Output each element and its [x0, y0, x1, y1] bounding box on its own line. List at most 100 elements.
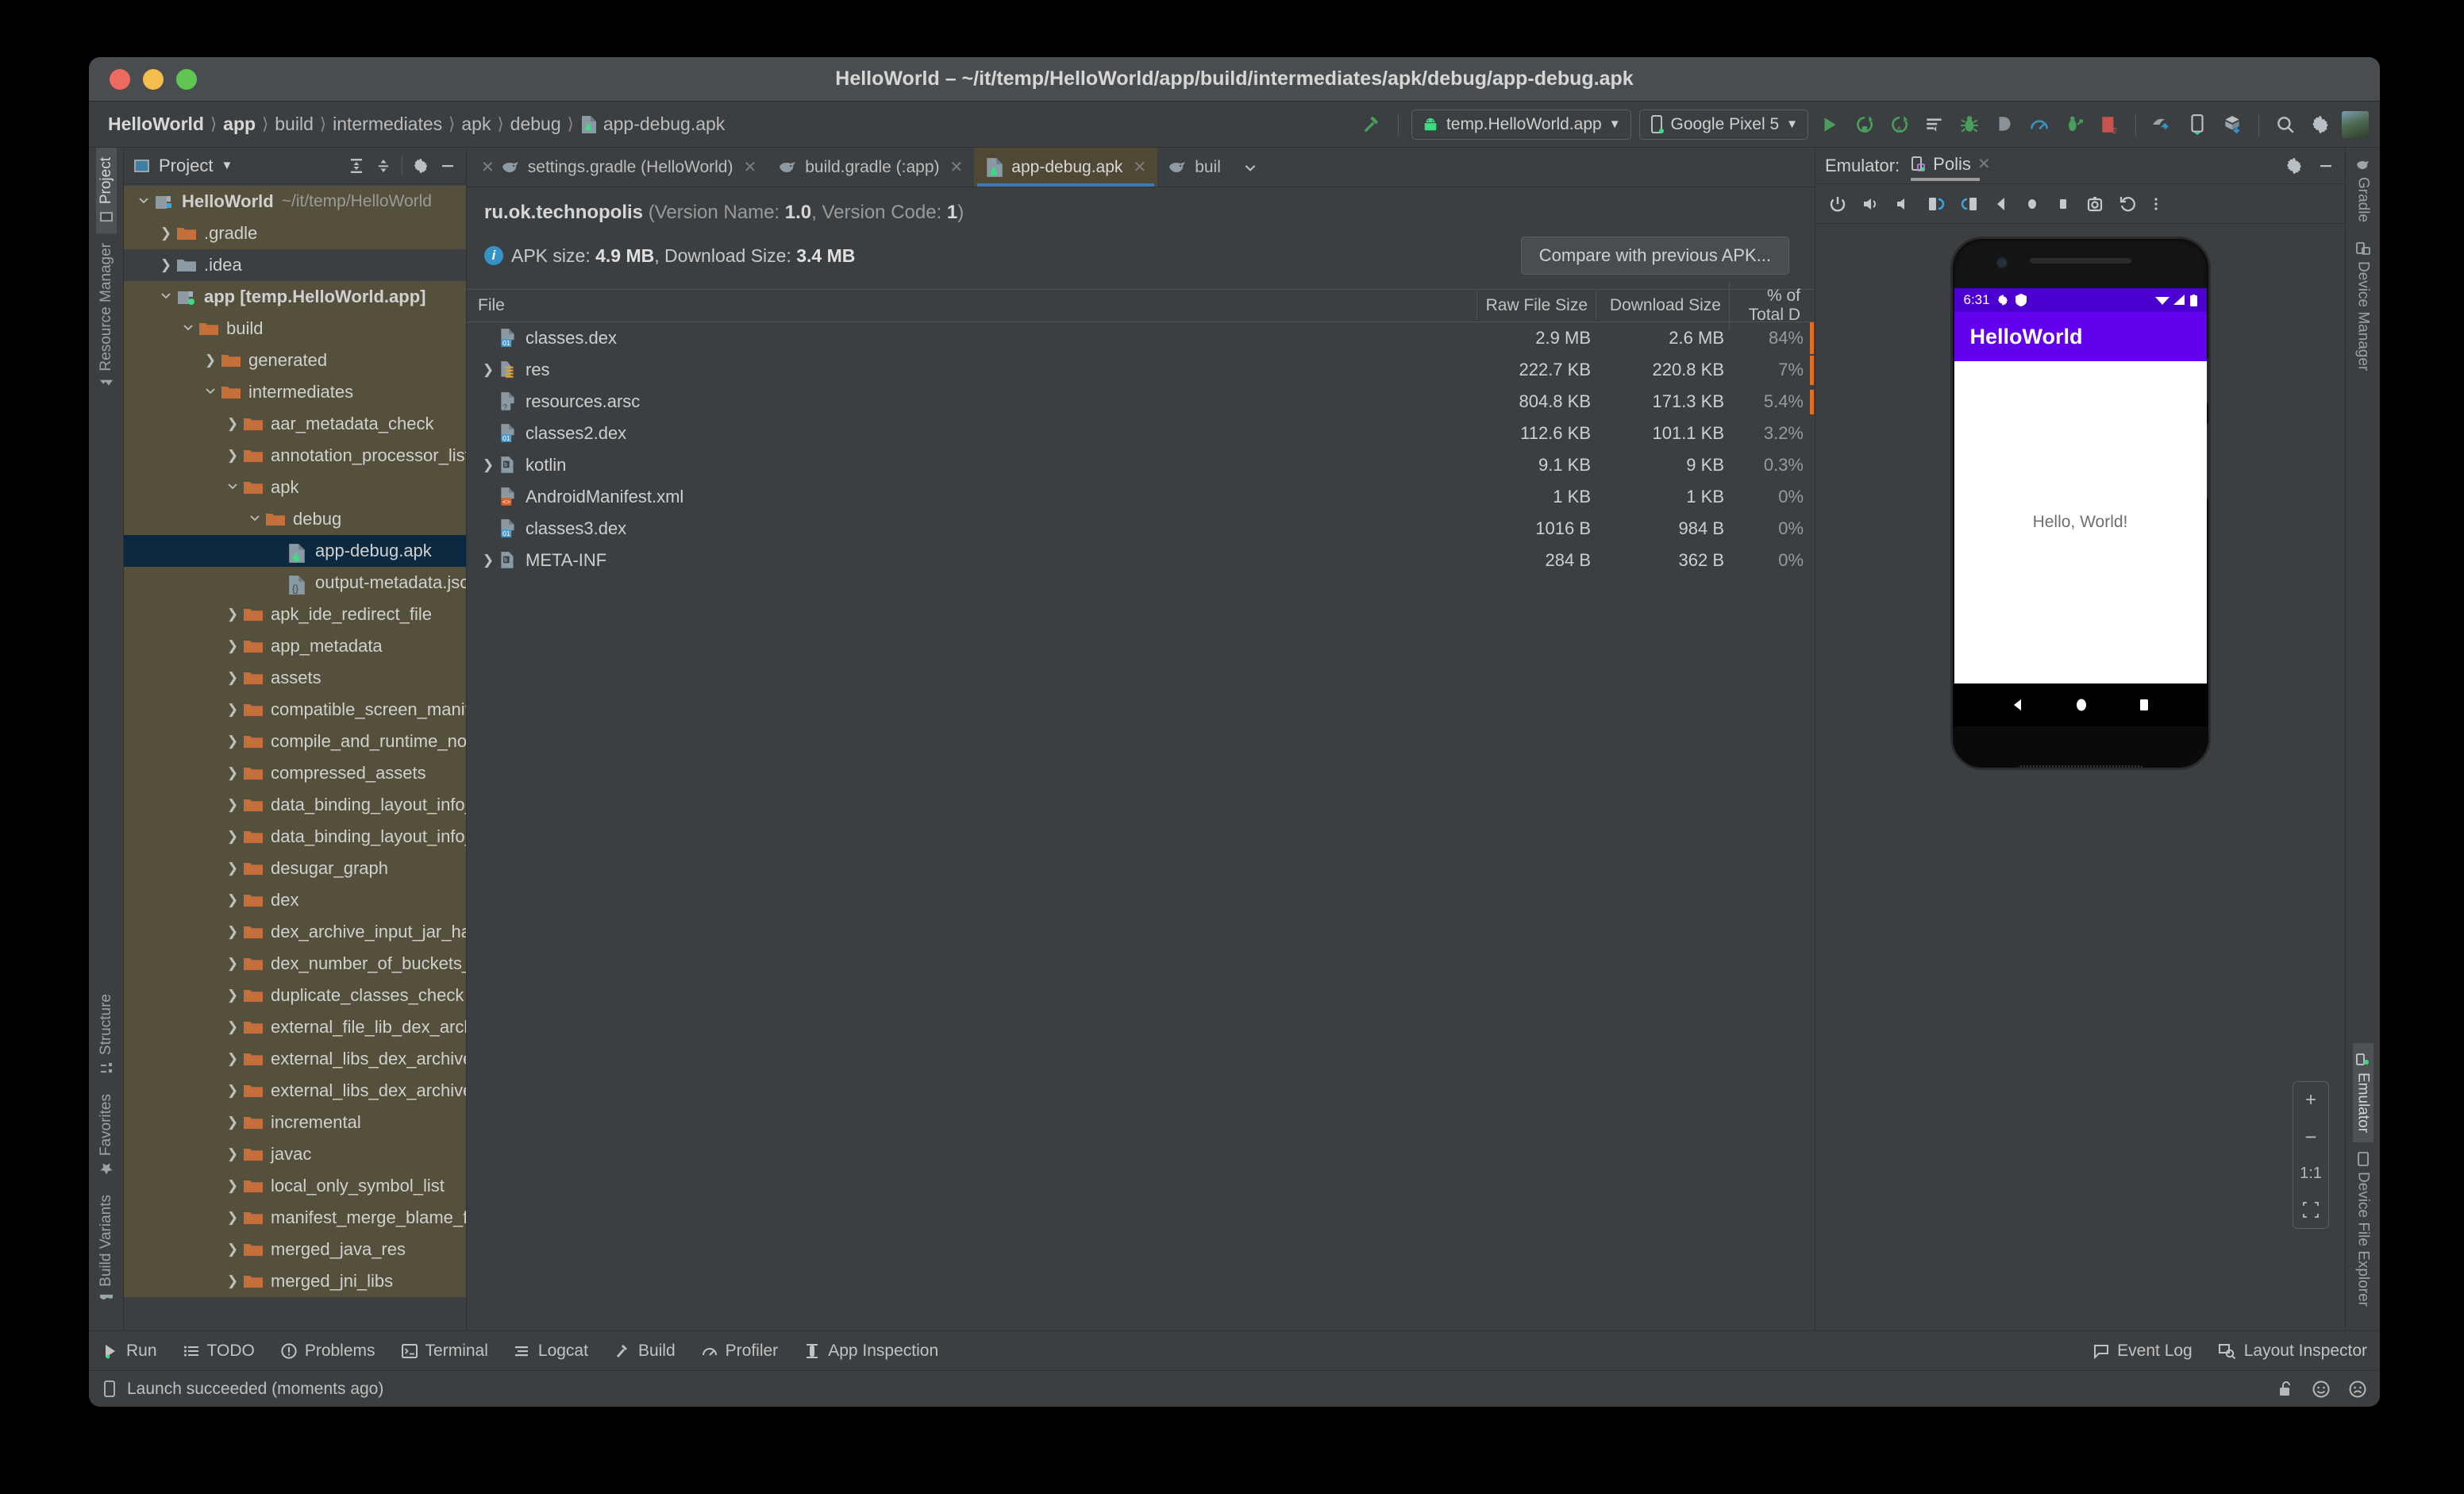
bottom-tab-build[interactable]: Build — [601, 1342, 688, 1361]
sidebar-item-build-variants[interactable]: Build Variants — [96, 1185, 117, 1316]
chevron-right-icon[interactable]: ❯ — [222, 892, 243, 908]
chevron-right-icon[interactable]: ❯ — [222, 416, 243, 432]
home-circle-icon[interactable] — [2073, 696, 2089, 714]
chevron-right-icon[interactable]: ❯ — [222, 1146, 243, 1162]
collapse-all-icon[interactable] — [375, 157, 392, 175]
sdk-manager-icon[interactable] — [2219, 111, 2246, 138]
device-screen[interactable]: 6:31 HelloWorld Hello, World! — [1954, 288, 2207, 683]
apk-table-body[interactable]: 01 classes.dex 2.9 MB 2.6 MB 84% ❯ res 222.7 KB… — [467, 322, 1815, 576]
column-header-download-size[interactable]: Download Size — [1596, 291, 1729, 320]
tree-row[interactable]: ❯ merged_java_res — [124, 1234, 466, 1265]
chevron-right-icon[interactable]: ❯ — [222, 1242, 243, 1257]
close-icon[interactable]: ✕ — [1977, 154, 1991, 174]
tree-row[interactable]: HelloWorld ~/it/temp/HelloWorld — [124, 186, 466, 218]
tree-row[interactable]: ❯ .idea — [124, 249, 466, 281]
tree-row[interactable]: ❯ duplicate_classes_check — [124, 980, 466, 1011]
chevron-right-icon[interactable]: ❯ — [222, 1051, 243, 1067]
tree-row[interactable]: ❯ merged_jni_libs — [124, 1265, 466, 1297]
bottom-tab-todo[interactable]: TODO — [170, 1342, 268, 1361]
sidebar-item-device-file-explorer[interactable]: Device File Explorer — [2353, 1142, 2374, 1316]
sidebar-item-favorites[interactable]: Favorites — [96, 1084, 117, 1185]
chevron-right-icon[interactable]: ❯ — [222, 638, 243, 654]
chevron-right-icon[interactable]: ❯ — [222, 988, 243, 1003]
chevron-down-icon[interactable] — [200, 384, 221, 401]
apk-table-row[interactable]: 01 classes3.dex 1016 B 984 B 0% — [467, 513, 1815, 545]
close-icon[interactable]: ✕ — [950, 157, 964, 177]
bottom-tab-logcat[interactable]: Logcat — [501, 1342, 601, 1361]
apk-table-row[interactable]: ❯ res 222.7 KB 220.8 KB 7% — [467, 354, 1815, 386]
chevron-right-icon[interactable]: ❯ — [478, 553, 499, 568]
chevron-down-icon[interactable] — [133, 194, 154, 210]
bottom-tab-run[interactable]: Run — [89, 1342, 170, 1361]
project-tree[interactable]: HelloWorld ~/it/temp/HelloWorld ❯ .gradle ❯.… — [124, 184, 466, 1330]
close-icon[interactable]: ✕ — [743, 157, 757, 177]
android-nav-bar[interactable] — [1952, 683, 2208, 726]
tree-row[interactable]: ❯ external_file_lib_dex_archives — [124, 1011, 466, 1043]
device-volume-button[interactable] — [2206, 423, 2208, 499]
tree-row[interactable]: ❯ generated — [124, 345, 466, 376]
sidebar-item-gradle[interactable]: Gradle — [2353, 148, 2374, 232]
tree-row[interactable]: ❯ apk_ide_redirect_file — [124, 599, 466, 630]
chevron-right-icon[interactable]: ❯ — [222, 1115, 243, 1130]
chevron-right-icon[interactable]: ❯ — [222, 1083, 243, 1099]
bottom-tab-terminal[interactable]: Terminal — [388, 1342, 501, 1361]
apk-table-row[interactable]: ❯ b META-INF 284 B 362 B 0% — [467, 545, 1815, 576]
sync-gradle-icon[interactable] — [2149, 111, 2176, 138]
zoom-out-icon[interactable]: − — [2293, 1119, 2328, 1155]
chevron-right-icon[interactable]: ❯ — [156, 257, 176, 273]
chevron-right-icon[interactable]: ❯ — [222, 797, 243, 813]
zoom-actual-size-button[interactable]: 1:1 — [2293, 1155, 2328, 1192]
history-icon[interactable] — [2119, 194, 2138, 214]
chevron-right-icon[interactable]: ❯ — [222, 734, 243, 749]
settings-gear-icon[interactable] — [2285, 156, 2304, 175]
sidebar-item-structure[interactable]: Structure — [96, 984, 117, 1084]
tree-row[interactable]: ❯ manifest_merge_blame_file — [124, 1202, 466, 1234]
avd-manager-icon[interactable] — [2184, 111, 2211, 138]
emulator-tab-polis[interactable]: Polis ✕ — [1911, 154, 1991, 181]
bottom-tool-window-bar[interactable]: Run TODO Problems Terminal Logcat Build Profil… — [89, 1330, 2380, 1370]
tree-row[interactable]: ❯ external_libs_dex_archive_with_artifact — [124, 1075, 466, 1107]
profiler-icon[interactable] — [2026, 111, 2053, 138]
chevron-right-icon[interactable]: ❯ — [222, 1273, 243, 1289]
tree-row[interactable]: ❯ annotation_processor_list — [124, 440, 466, 472]
expand-all-icon[interactable] — [348, 157, 365, 175]
breadcrumb-item-3[interactable]: intermediates — [328, 114, 447, 135]
apk-table-row[interactable]: ❯ b kotlin 9.1 KB 9 KB 0.3% — [467, 449, 1815, 481]
emulator-device-frame[interactable]: 6:31 HelloWorld Hello, World! — [1950, 237, 2211, 770]
chevron-right-icon[interactable]: ❯ — [200, 352, 221, 368]
bottom-tab-app-inspection[interactable]: App Inspection — [791, 1342, 951, 1361]
tree-row[interactable]: ❯ compile_and_runtime_not_namespaced — [124, 726, 466, 757]
chevron-right-icon[interactable]: ❯ — [478, 362, 499, 378]
power-icon[interactable] — [1828, 194, 1847, 214]
chevron-right-icon[interactable]: ❯ — [222, 1210, 243, 1226]
chevron-right-icon[interactable]: ❯ — [222, 1019, 243, 1035]
home-icon[interactable] — [2023, 194, 2041, 214]
breadcrumb-item-1[interactable]: app — [218, 114, 260, 135]
tree-row[interactable]: ❯ compatible_screen_manifest — [124, 694, 466, 726]
run-icon[interactable] — [1816, 111, 1843, 138]
tree-row[interactable]: debug — [124, 503, 466, 535]
column-header-file[interactable]: File — [467, 296, 1476, 315]
zoom-in-icon[interactable]: + — [2293, 1082, 2328, 1119]
close-icon[interactable]: ✕ — [1133, 157, 1146, 177]
sidebar-item-resource-manager[interactable]: Resource Manager — [96, 233, 117, 401]
hide-panel-icon[interactable] — [439, 157, 456, 175]
editor-tabs-overflow[interactable] — [1232, 148, 1269, 187]
tree-row[interactable]: ❯ app_metadata — [124, 630, 466, 662]
device-power-button[interactable] — [2206, 358, 2208, 404]
chevron-down-icon[interactable] — [244, 511, 265, 528]
zoom-fit-icon[interactable] — [2293, 1192, 2328, 1228]
stop-icon[interactable]: 2 — [2096, 111, 2123, 138]
tree-row[interactable]: apk — [124, 472, 466, 503]
chevron-right-icon[interactable]: ❯ — [222, 956, 243, 972]
rerun-icon[interactable] — [1921, 111, 1948, 138]
breadcrumb-item-2[interactable]: build — [270, 114, 318, 135]
tree-row[interactable]: intermediates — [124, 376, 466, 408]
chevron-down-icon[interactable] — [156, 289, 176, 306]
chevron-down-icon[interactable] — [222, 479, 243, 496]
rotate-left-icon[interactable] — [1927, 194, 1946, 214]
apk-table-row[interactable]: 01 classes.dex 2.9 MB 2.6 MB 84% — [467, 322, 1815, 354]
editor-tab[interactable]: app-debug.apk ✕ — [974, 148, 1158, 187]
chevron-right-icon[interactable]: ❯ — [222, 606, 243, 622]
editor-tab[interactable]: ✕ settings.gradle (HelloWorld) ✕ — [467, 148, 768, 187]
